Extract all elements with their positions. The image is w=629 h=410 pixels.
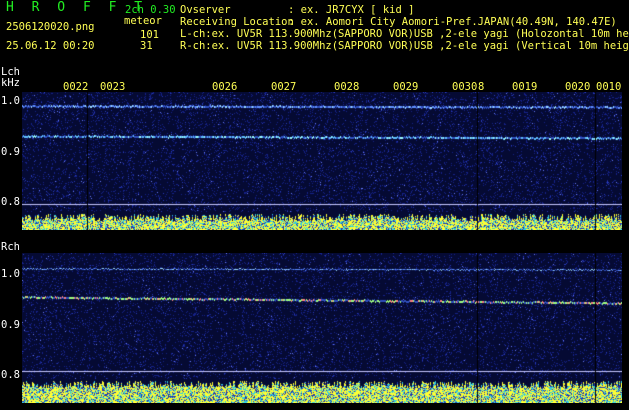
filename: 2506120020.png — [6, 21, 95, 33]
lch-tick-0-9: 0.9 — [1, 146, 20, 158]
lch-tick-1-0: 1.0 — [1, 95, 20, 107]
rch-spectrogram-canvas — [22, 253, 622, 403]
rch-label: Rch — [1, 241, 20, 253]
meteor-count-right: 31 — [140, 40, 153, 52]
rch-description: R-ch:ex. UV5R 113.900Mhz(SAPPORO VOR)USB… — [180, 40, 629, 52]
lch-spectrogram-canvas — [22, 92, 622, 230]
rch-spectrogram — [22, 253, 622, 403]
datetime: 25.06.12 00:20 — [6, 40, 95, 52]
lch-tick-0-8: 0.8 — [1, 196, 20, 208]
location-value: : ex. Aomori City Aomori-Pref.JAPAN(40.4… — [288, 16, 617, 28]
observer-value: : ex. JR7CYX [ kid ] — [288, 4, 415, 16]
rch-tick-0-9: 0.9 — [1, 319, 20, 331]
location-label: Receiving Location — [180, 16, 294, 28]
rch-tick-1-0: 1.0 — [1, 268, 20, 280]
rch-tick-0-8: 0.8 — [1, 369, 20, 381]
meteor-label: meteor — [124, 15, 162, 27]
khz-label: kHz — [1, 77, 20, 89]
lch-description: L-ch:ex. UV5R 113.900Mhz(SAPPORO VOR)USB… — [180, 28, 629, 40]
hroft-screen: H R O F F T 2506120020.png 25.06.12 00:2… — [0, 0, 629, 410]
lch-spectrogram — [22, 92, 622, 230]
observer-label: Ovserver — [180, 4, 231, 16]
